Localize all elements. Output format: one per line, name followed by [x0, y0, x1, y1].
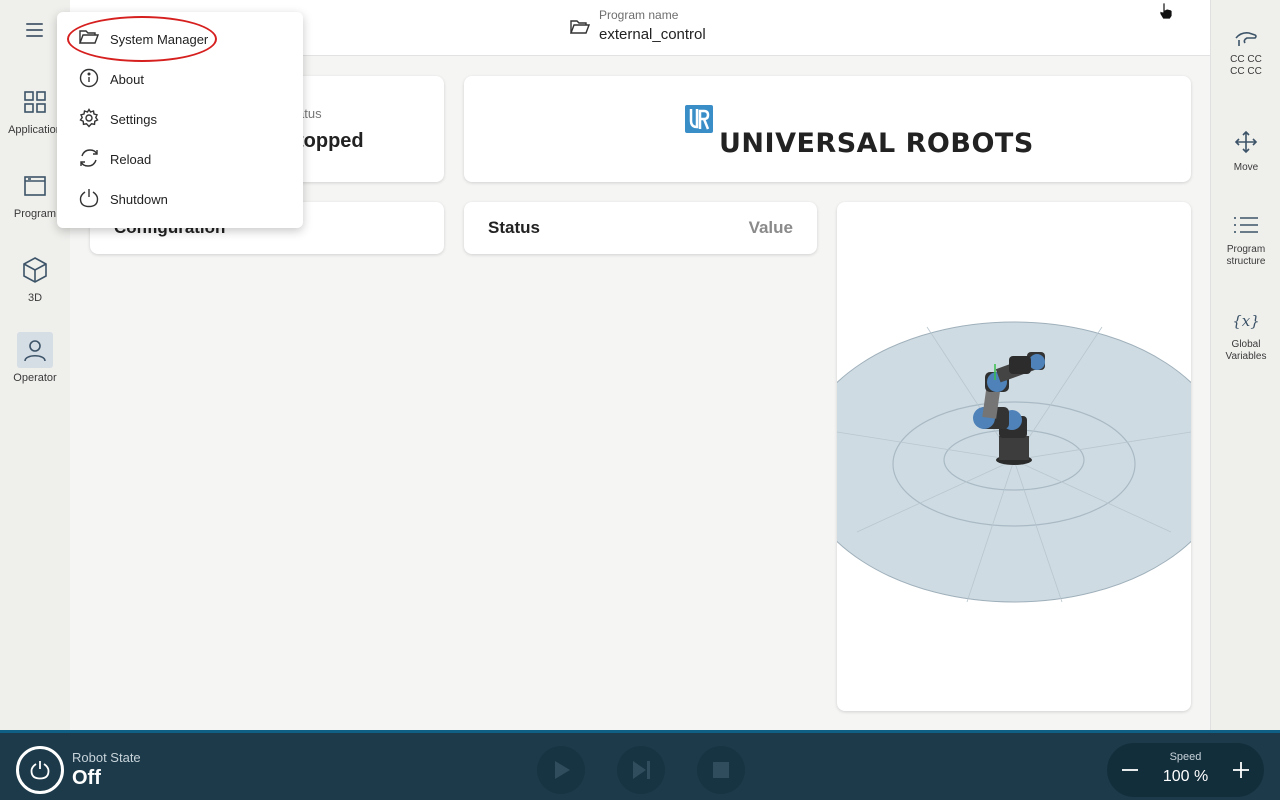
menu-item-label: Reload [110, 152, 152, 167]
hand-cursor-icon [1159, 2, 1173, 20]
gear-icon [79, 108, 99, 128]
grid-icon [17, 84, 53, 120]
menu-item-system-manager[interactable]: System Manager [57, 19, 303, 59]
right-sidebar-item-global-variables[interactable]: {x} Global Variables [1211, 312, 1280, 363]
logo-text: UNIVERSAL ROBOTS [719, 128, 1034, 159]
hand-guide-icon [1235, 32, 1257, 46]
value-column-header: Value [748, 218, 793, 237]
bottom-bar: Robot State Off Speed 100 % [0, 730, 1280, 800]
right-sidebar-label: Move [1233, 162, 1259, 173]
ur-logo-icon [685, 105, 713, 133]
menu-item-label: Settings [110, 112, 157, 127]
logo-card: UNIVERSAL ROBOTS [464, 76, 1191, 182]
robot-3d-view[interactable] [837, 202, 1191, 711]
sidebar-item-operator[interactable]: Operator [0, 332, 70, 402]
menu-item-label: Shutdown [110, 192, 168, 207]
program-name: Program name external_control [570, 8, 706, 43]
power-button[interactable] [16, 746, 64, 794]
step-button[interactable] [617, 746, 665, 794]
robot-state-value: Off [72, 767, 101, 789]
menu-item-settings[interactable]: Settings [57, 99, 303, 139]
speed-control: Speed 100 % [1107, 743, 1264, 797]
sidebar-item-label: 3D [27, 292, 43, 304]
power-icon [79, 189, 99, 208]
stop-icon [713, 762, 729, 778]
step-forward-icon [633, 761, 650, 779]
sidebar-item-3d[interactable]: 3D [0, 252, 70, 322]
play-button[interactable] [537, 746, 585, 794]
right-sidebar-item-program-structure[interactable]: Program structure [1211, 214, 1280, 268]
menu-item-reload[interactable]: Reload [57, 139, 303, 179]
power-icon [30, 761, 50, 780]
info-icon [79, 68, 99, 88]
program-status-value: topped [297, 130, 364, 152]
user-icon [17, 332, 53, 368]
menu-item-label: System Manager [110, 32, 209, 47]
variable-icon: {x} [1232, 312, 1260, 330]
cube-icon [17, 252, 53, 288]
move-arrows-icon [1234, 130, 1258, 154]
right-sidebar-label: Global Variables [1225, 339, 1267, 362]
menu-item-label: About [110, 72, 144, 87]
window-icon [17, 168, 53, 204]
status-column-header: Status [488, 218, 540, 237]
folder-open-icon [79, 30, 99, 44]
menu-item-shutdown[interactable]: Shutdown [57, 179, 303, 219]
list-icon [1234, 217, 1258, 233]
reload-icon [80, 149, 98, 167]
main-menu-dropdown: System Manager About Settings Reload Shu… [57, 12, 303, 228]
right-sidebar-label: Program structure [1226, 244, 1266, 267]
play-icon [555, 761, 570, 779]
status-value-card: Status Value [464, 202, 817, 254]
right-sidebar: CC CC CC CC Move Program structure {x} G… [1210, 0, 1280, 730]
stop-button[interactable] [697, 746, 745, 794]
hamburger-menu-icon[interactable] [22, 20, 48, 40]
right-sidebar-item-move[interactable]: Move [1211, 130, 1280, 174]
sidebar-item-label: Operator [13, 372, 57, 384]
robot-3d-scene [837, 321, 1191, 603]
right-sidebar-label: CC CC CC CC [1230, 54, 1262, 77]
robot-state-label: Robot State [72, 750, 141, 765]
program-name-value: external_control [599, 26, 706, 43]
speed-increase-button[interactable] [1228, 757, 1254, 783]
program-name-label: Program name [599, 8, 679, 22]
menu-item-about[interactable]: About [57, 59, 303, 99]
folder-open-icon [570, 20, 590, 34]
right-sidebar-item-connection[interactable]: CC CC CC CC [1211, 28, 1280, 78]
